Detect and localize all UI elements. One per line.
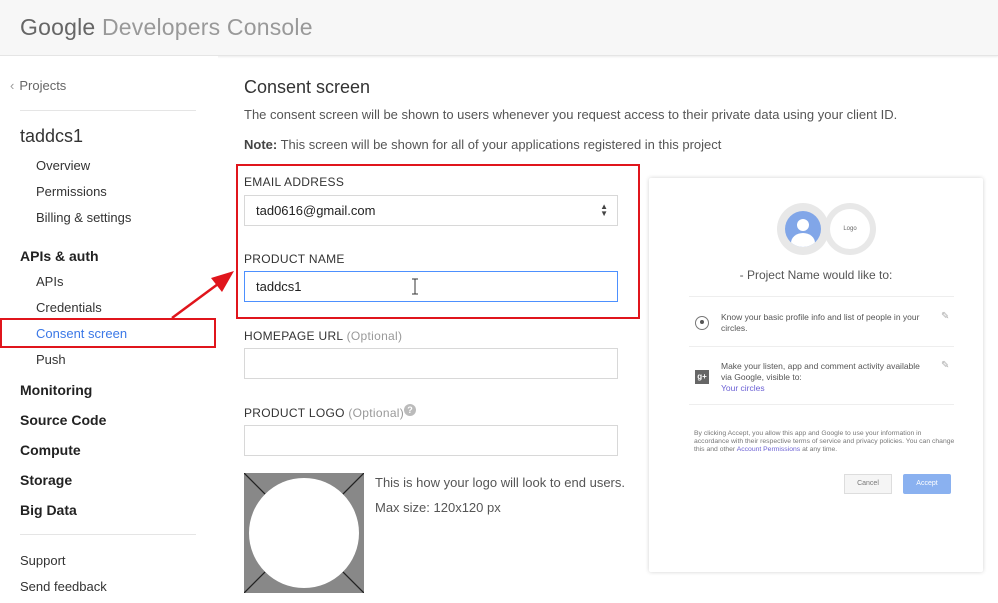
- avatar: [777, 203, 829, 255]
- product-name-value: taddcs1: [256, 279, 302, 294]
- divider: [689, 346, 954, 347]
- back-to-projects-link[interactable]: ‹ Projects: [10, 78, 66, 93]
- app-header: Google Developers Console: [0, 0, 998, 56]
- logo-hint-text: This is how your logo will look to end u…: [375, 475, 626, 490]
- support-link[interactable]: Support: [20, 553, 66, 568]
- sidebar-section-storage[interactable]: Storage: [20, 472, 72, 488]
- sidebar-item-permissions[interactable]: Permissions: [36, 184, 107, 199]
- app-logo-placeholder: Logo: [824, 203, 876, 255]
- email-select-value: tad0616@gmail.com: [256, 203, 376, 218]
- consent-preview-card: Logo - Project Name would like to: Know …: [649, 178, 983, 572]
- chevron-left-icon: ‹: [10, 78, 15, 93]
- sidebar-section-big-data[interactable]: Big Data: [20, 502, 77, 518]
- preview-permission-activity: Make your listen, app and comment activi…: [721, 361, 933, 394]
- profile-icon: [695, 316, 709, 330]
- console-logo[interactable]: Google Developers Console: [20, 14, 313, 41]
- sidebar-item-credentials[interactable]: Credentials: [36, 300, 102, 315]
- sidebar-item-apis[interactable]: APIs: [36, 274, 63, 289]
- edit-pencil-icon: ✎: [941, 360, 950, 371]
- preview-heading: - Project Name would like to:: [739, 268, 893, 282]
- optional-tag: (Optional): [348, 406, 405, 420]
- divider: [689, 404, 954, 405]
- text-cursor-icon: [412, 278, 418, 295]
- send-feedback-link[interactable]: Send feedback: [20, 579, 107, 594]
- sidebar-section-source-code[interactable]: Source Code: [20, 412, 106, 428]
- your-circles-link: Your circles: [721, 383, 765, 393]
- product-logo-label: PRODUCT LOGO (Optional): [244, 406, 404, 420]
- page-note: Note: This screen will be shown for all …: [244, 137, 721, 152]
- sidebar-item-overview[interactable]: Overview: [36, 158, 90, 173]
- brand-product: Developers Console: [101, 14, 313, 40]
- footer-text-end: at any time.: [802, 446, 838, 453]
- logo-preview-image: [244, 473, 364, 593]
- preview-permission-profile: Know your basic profile info and list of…: [721, 312, 920, 333]
- note-text: This screen will be shown for all of you…: [280, 137, 722, 152]
- product-logo-input[interactable]: [244, 425, 618, 456]
- note-label: Note:: [244, 137, 278, 152]
- logo-placeholder-icon: [244, 473, 364, 593]
- page-description: The consent screen will be shown to user…: [244, 107, 898, 122]
- google-plus-icon: g+: [695, 370, 709, 384]
- optional-tag: (Optional): [346, 329, 403, 343]
- email-select[interactable]: tad0616@gmail.com ▲ ▼: [244, 195, 618, 226]
- product-name-input[interactable]: taddcs1: [244, 271, 618, 302]
- sidebar-item-label: Consent screen: [36, 326, 128, 341]
- divider: [20, 110, 196, 111]
- page-title: Consent screen: [244, 77, 371, 97]
- help-icon[interactable]: ?: [404, 404, 416, 416]
- user-avatar-icon: [785, 211, 821, 247]
- sidebar-section-monitoring[interactable]: Monitoring: [20, 382, 92, 398]
- product-logo-label-text: PRODUCT LOGO: [244, 406, 345, 420]
- edit-pencil-icon: ✎: [941, 311, 950, 322]
- sidebar-item-billing[interactable]: Billing & settings: [36, 210, 131, 225]
- brand-google: Google: [20, 14, 96, 40]
- preview-cancel-button: Cancel: [844, 474, 892, 494]
- logo-text: Logo: [830, 209, 870, 249]
- sidebar: ‹ Projects taddcs1 Overview Permissions B…: [0, 56, 218, 603]
- divider: [689, 296, 954, 297]
- sidebar-item-push[interactable]: Push: [36, 352, 66, 367]
- homepage-url-input[interactable]: [244, 348, 618, 379]
- sidebar-section-compute[interactable]: Compute: [20, 442, 81, 458]
- homepage-label-text: HOMEPAGE URL: [244, 329, 343, 343]
- email-label: EMAIL ADDRESS: [244, 175, 345, 189]
- back-label: Projects: [19, 78, 67, 93]
- divider: [20, 534, 196, 535]
- project-name: taddcs1: [20, 126, 84, 146]
- sidebar-item-consent-screen[interactable]: Consent screen: [0, 318, 216, 348]
- select-arrows-icon: ▲ ▼: [600, 202, 608, 218]
- preview-permission-activity-text: Make your listen, app and comment activi…: [721, 361, 920, 382]
- sidebar-section-apis-auth[interactable]: APIs & auth: [20, 248, 99, 264]
- preview-footer-text: By clicking Accept, you allow this app a…: [694, 430, 956, 454]
- homepage-url-label: HOMEPAGE URL (Optional): [244, 329, 402, 343]
- preview-accept-button: Accept: [903, 474, 951, 494]
- account-permissions-link: Account Permissions: [736, 446, 801, 453]
- product-name-label: PRODUCT NAME: [244, 252, 345, 266]
- logo-size-text: Max size: 120x120 px: [375, 500, 501, 515]
